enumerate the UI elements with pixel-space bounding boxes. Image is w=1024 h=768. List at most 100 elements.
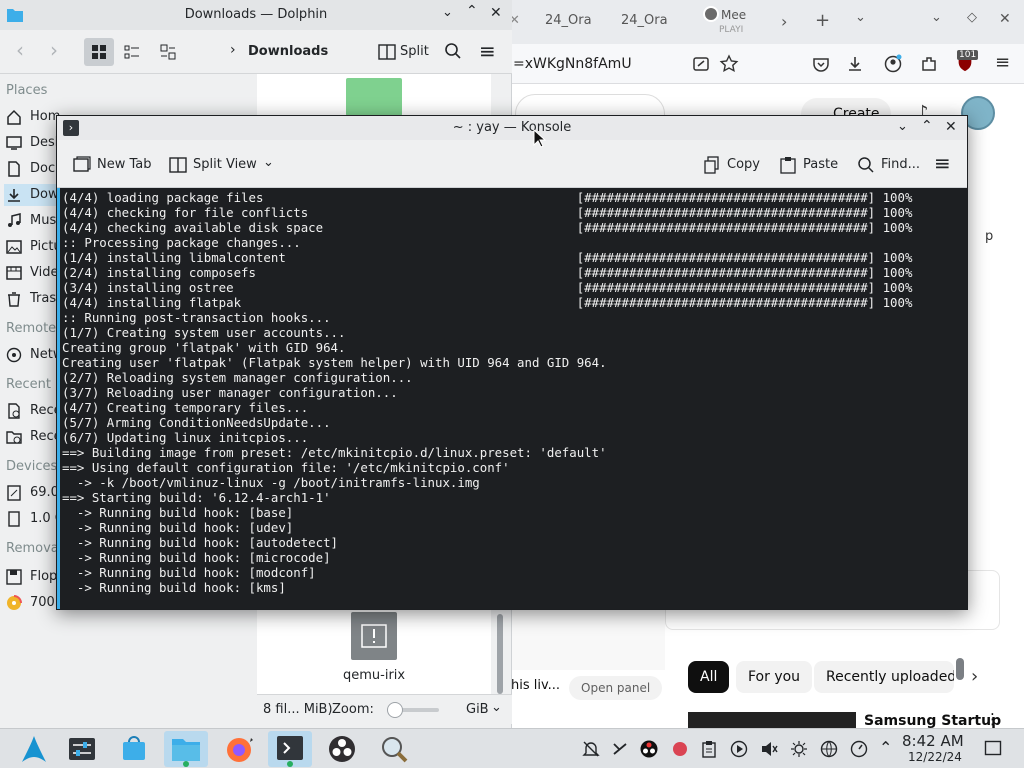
volume-muted-icon[interactable] [760,740,778,758]
system-monitor-icon[interactable] [850,740,868,758]
paste-icon [780,157,796,174]
places-item-network[interactable]: Netw [4,344,64,366]
app-menu-icon[interactable]: ≡ [995,52,1015,73]
places-item-home[interactable]: Hom [4,106,64,128]
brightness-icon[interactable] [790,740,808,758]
account-icon[interactable] [883,54,903,74]
chevron-down-icon[interactable]: ⌄ [263,155,274,170]
details-view-icon[interactable] [160,44,176,60]
chip-recently-uploaded[interactable]: Recently uploaded [814,661,954,693]
copy-button[interactable]: Copy [703,154,763,176]
scrollbar-handle[interactable] [956,658,964,680]
notifications-off-icon[interactable] [582,740,600,758]
places-item-videos[interactable]: Vide [4,262,64,284]
maximize-icon[interactable]: ◇ [967,10,977,25]
file-name[interactable]: qemu-irix [343,668,405,683]
close-icon[interactable]: ✕ [490,5,502,21]
taskbar-obs[interactable] [320,731,364,767]
places-item-drive[interactable]: 1.0 G [4,508,64,530]
clock-time[interactable]: 8:42 AM [902,732,964,750]
downloads-icon[interactable] [845,54,865,74]
copy-icon [704,156,719,174]
chevron-down-icon[interactable]: ⌄ [491,700,502,715]
places-item-downloads[interactable]: Dow [4,184,64,206]
places-item-recent-locations[interactable]: Rece [4,426,64,448]
taskbar-konsole[interactable] [268,731,312,767]
media-player-icon[interactable] [730,740,748,758]
taskbar-system-settings[interactable] [60,731,104,767]
places-item-optical[interactable]: 700I [4,592,64,614]
chips-next-icon[interactable]: › [971,666,978,687]
compact-view-icon[interactable] [124,44,140,60]
taskbar-discover[interactable] [112,731,156,767]
chip-for-you[interactable]: For you [736,661,813,693]
maximize-icon[interactable]: ⌃ [921,118,933,134]
free-space-unit: GiB [466,702,489,717]
places-item-desktop[interactable]: Desk [4,132,64,154]
close-icon[interactable]: ✕ [945,119,957,135]
maximize-icon[interactable]: ⌃ [466,3,478,19]
obs-tray-icon[interactable] [640,740,658,758]
browser-tab[interactable]: 24_Ora [545,13,592,28]
url-field[interactable]: =xWKgNn8fAmU [513,56,632,72]
taskbar-dolphin[interactable] [164,731,208,767]
places-item-drive[interactable]: 69.0 [4,482,64,504]
browser-tab[interactable]: Mee [721,8,746,22]
status-bar: 8 fil... MiB) Zoom: GiB ⌄ [257,694,512,724]
reader-view-icon[interactable] [691,54,711,74]
places-item-floppy[interactable]: Flop [4,566,64,588]
bookmark-star-icon[interactable] [719,54,739,74]
app-launcher-button[interactable] [12,731,56,767]
video-title[interactable]: Samsung Startup [864,713,1001,729]
open-panel-button[interactable]: Open panel [569,676,663,700]
extensions-icon[interactable] [919,54,939,74]
kdeconnect-icon[interactable] [611,740,629,758]
breadcrumb[interactable]: Downloads [248,44,328,59]
record-icon[interactable] [671,740,689,758]
split-icon[interactable] [378,43,396,61]
scrollbar-handle[interactable] [497,614,503,694]
back-icon[interactable]: ‹ [16,38,24,62]
tab-scroll-right-icon[interactable]: › [781,12,787,31]
video-thumbnail[interactable] [688,712,856,728]
chip-all[interactable]: All [688,661,730,693]
places-item-recent-files[interactable]: Rece [4,400,64,422]
more-options-icon[interactable]: ⋮ [985,710,1000,728]
minimize-icon[interactable]: ⌄ [931,10,942,25]
browser-tab[interactable]: 24_Ora [621,13,668,28]
menu-icon[interactable]: ≡ [479,39,496,63]
menu-icon[interactable]: ≡ [934,151,951,175]
find-button[interactable]: Find... [857,154,921,176]
places-item-documents[interactable]: Doc [4,158,64,180]
close-icon[interactable]: ✕ [999,11,1011,27]
split-view-button[interactable]: Split View ⌄ [169,154,279,176]
paste-button[interactable]: Paste [779,154,843,176]
minimize-icon[interactable]: ⌄ [897,119,908,134]
file-item[interactable] [351,612,397,660]
show-hidden-icons-icon[interactable]: ⌃ [879,738,892,757]
new-tab-button[interactable]: New Tab [73,154,157,176]
split-button[interactable]: Split [400,44,429,59]
pocket-icon[interactable] [811,54,831,74]
places-item-pictures[interactable]: Pictu [4,236,64,258]
taskbar-kmag[interactable] [372,731,416,767]
terminal-view[interactable]: (4/4) loading package files [###########… [57,188,967,680]
new-tab-icon[interactable]: + [815,10,830,31]
image-file-thumbnail[interactable] [346,78,402,116]
clock-date[interactable]: 12/22/24 [908,750,962,764]
clipboard-icon[interactable] [700,740,718,758]
zoom-slider[interactable] [387,702,439,718]
network-icon[interactable] [820,740,838,758]
tab-list-icon[interactable]: ⌄ [855,10,866,25]
taskbar-firefox[interactable] [216,731,260,767]
places-item-trash[interactable]: Tras [4,288,64,310]
drive-icon [6,485,22,501]
forward-icon[interactable]: › [50,38,58,62]
zoom-slider-handle[interactable] [387,702,403,718]
show-desktop-icon[interactable] [984,739,1002,757]
icons-view-button[interactable] [84,38,114,66]
terminal-line: (4/4) installing flatpak [##############… [62,295,913,310]
places-item-music[interactable]: Mus [4,210,64,232]
minimize-icon[interactable]: ⌄ [442,5,453,20]
search-icon[interactable] [444,42,462,60]
